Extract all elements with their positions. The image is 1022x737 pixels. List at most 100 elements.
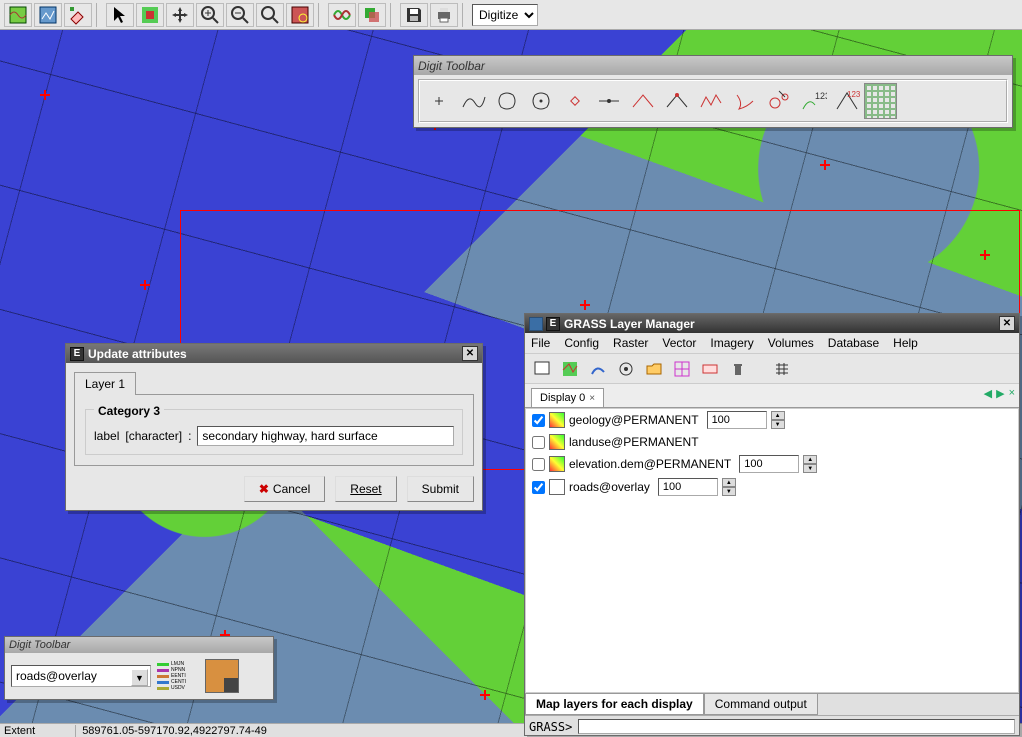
layer-opacity-input[interactable] <box>707 411 767 429</box>
tab-prev-icon[interactable]: ◀ <box>984 387 992 400</box>
submit-button[interactable]: Submit <box>407 476 474 502</box>
zoom-out-button[interactable] <box>226 3 254 27</box>
show-attributes-button[interactable] <box>771 358 793 380</box>
layer-name: geology@PERMANENT <box>569 413 699 427</box>
edit-line-button[interactable] <box>694 83 727 119</box>
move-line-button[interactable] <box>728 83 761 119</box>
save-button[interactable] <box>400 3 428 27</box>
menu-database[interactable]: Database <box>828 336 879 350</box>
close-button[interactable]: ✕ <box>999 316 1015 331</box>
layer-tab[interactable]: Layer 1 <box>74 372 136 395</box>
layer-visibility-checkbox[interactable] <box>532 481 545 494</box>
display-cats-button[interactable]: 123 <box>796 83 829 119</box>
layer-row[interactable]: landuse@PERMANENT <box>526 432 1018 453</box>
print-button[interactable] <box>430 3 458 27</box>
pointer-button[interactable] <box>106 3 134 27</box>
tab-nav: ◀ ▶ × <box>984 387 1015 400</box>
layer-row[interactable]: roads@overlay▲▼ <box>526 476 1018 499</box>
tab-close-all-icon[interactable]: × <box>1009 387 1015 400</box>
vertex-marker <box>480 690 490 700</box>
cancel-button[interactable]: ✖Cancel <box>244 476 325 502</box>
digitize-line-button[interactable] <box>456 83 489 119</box>
layer-manager-bottom-tabs: Map layers for each display Command outp… <box>525 693 1019 715</box>
attr-colon: : <box>188 429 191 443</box>
window-menu-icon[interactable]: E <box>70 347 84 361</box>
layer-row[interactable]: geology@PERMANENT ▲▼ <box>526 409 1018 432</box>
menu-raster[interactable]: Raster <box>613 336 648 350</box>
status-mode[interactable]: Extent <box>0 725 76 737</box>
layer-combo[interactable]: roads@overlay <box>11 665 151 687</box>
digit-toolbar-buttons: 123 123 <box>418 79 1008 123</box>
digit-toolbar-title-text: Digit Toolbar <box>418 59 485 73</box>
opacity-spinner[interactable]: ▲▼ <box>722 478 736 496</box>
render-map-button[interactable] <box>34 3 62 27</box>
query-raster-button[interactable] <box>136 3 164 27</box>
settings-button[interactable] <box>864 83 897 119</box>
layer-row[interactable]: elevation.dem@PERMANENT▲▼ <box>526 453 1018 476</box>
delete-line-button[interactable] <box>762 83 795 119</box>
delete-vertex-button[interactable] <box>626 83 659 119</box>
legend-swatch: LMJN NPNN EENTI CENTI USDV <box>157 661 199 691</box>
digit-toolbar-title[interactable]: Digit Toolbar <box>414 56 1012 75</box>
main-toolbar: Digitize <box>0 0 1022 30</box>
opacity-spinner[interactable]: ▲▼ <box>771 411 785 429</box>
console-input[interactable] <box>578 719 1015 734</box>
zoom-extent-button[interactable] <box>256 3 284 27</box>
tab-command-output[interactable]: Command output <box>704 694 818 715</box>
digit-toolbar-small-title[interactable]: Digit Toolbar <box>5 637 273 653</box>
window-menu-icon[interactable]: E <box>546 317 560 331</box>
menu-help[interactable]: Help <box>893 336 918 350</box>
add-raster-button[interactable] <box>559 358 581 380</box>
digitize-boundary-button[interactable] <box>490 83 523 119</box>
layer-list[interactable]: geology@PERMANENT ▲▼ landuse@PERMANENTelev… <box>525 408 1019 693</box>
pan-button[interactable] <box>166 3 194 27</box>
display-map-button[interactable] <box>4 3 32 27</box>
vertex-marker <box>40 90 50 100</box>
analyze-button[interactable] <box>328 3 356 27</box>
overlay-button[interactable] <box>358 3 386 27</box>
delete-layer-button[interactable] <box>727 358 749 380</box>
digit-toolbar-small-title-text: Digit Toolbar <box>9 639 70 651</box>
layer-opacity-input[interactable] <box>658 478 718 496</box>
move-vertex-button[interactable] <box>558 83 591 119</box>
add-command-button[interactable] <box>615 358 637 380</box>
toolbar-separator <box>96 3 102 27</box>
add-grid-button[interactable] <box>671 358 693 380</box>
tab-map-layers[interactable]: Map layers for each display <box>525 694 704 715</box>
close-button[interactable]: ✕ <box>462 346 478 361</box>
tab-next-icon[interactable]: ▶ <box>996 387 1004 400</box>
menu-volumes[interactable]: Volumes <box>768 336 814 350</box>
tab-close-icon[interactable]: × <box>589 393 595 404</box>
layer-manager-title: GRASS Layer Manager <box>564 317 695 331</box>
category-legend: Category 3 <box>94 404 164 418</box>
copy-cats-button[interactable]: 123 <box>830 83 863 119</box>
opacity-spinner[interactable]: ▲▼ <box>803 455 817 473</box>
layer-visibility-checkbox[interactable] <box>532 414 545 427</box>
menu-file[interactable]: File <box>531 336 550 350</box>
menu-config[interactable]: Config <box>564 336 599 350</box>
digitize-point-button[interactable] <box>422 83 455 119</box>
save-exit-button[interactable] <box>205 659 239 693</box>
menu-vector[interactable]: Vector <box>662 336 696 350</box>
digitize-centroid-button[interactable] <box>524 83 557 119</box>
new-display-button[interactable] <box>531 358 553 380</box>
update-attributes-titlebar[interactable]: E Update attributes ✕ <box>66 344 482 363</box>
layer-visibility-checkbox[interactable] <box>532 436 545 449</box>
layer-opacity-input[interactable] <box>739 455 799 473</box>
zoom-in-button[interactable] <box>196 3 224 27</box>
attr-value-input[interactable] <box>197 426 454 446</box>
console-row: GRASS> <box>525 715 1019 735</box>
add-group-button[interactable] <box>643 358 665 380</box>
layer-visibility-checkbox[interactable] <box>532 458 545 471</box>
menu-imagery[interactable]: Imagery <box>710 336 753 350</box>
display-tab[interactable]: Display 0 × <box>531 388 604 407</box>
erase-button[interactable] <box>64 3 92 27</box>
zoom-layer-button[interactable] <box>286 3 314 27</box>
reset-button[interactable]: Reset <box>335 476 396 502</box>
layer-manager-titlebar[interactable]: E GRASS Layer Manager ✕ <box>525 314 1019 333</box>
add-labels-button[interactable] <box>699 358 721 380</box>
add-vector-button[interactable] <box>587 358 609 380</box>
split-line-button[interactable] <box>660 83 693 119</box>
mode-select[interactable]: Digitize <box>472 4 538 26</box>
add-vertex-button[interactable] <box>592 83 625 119</box>
